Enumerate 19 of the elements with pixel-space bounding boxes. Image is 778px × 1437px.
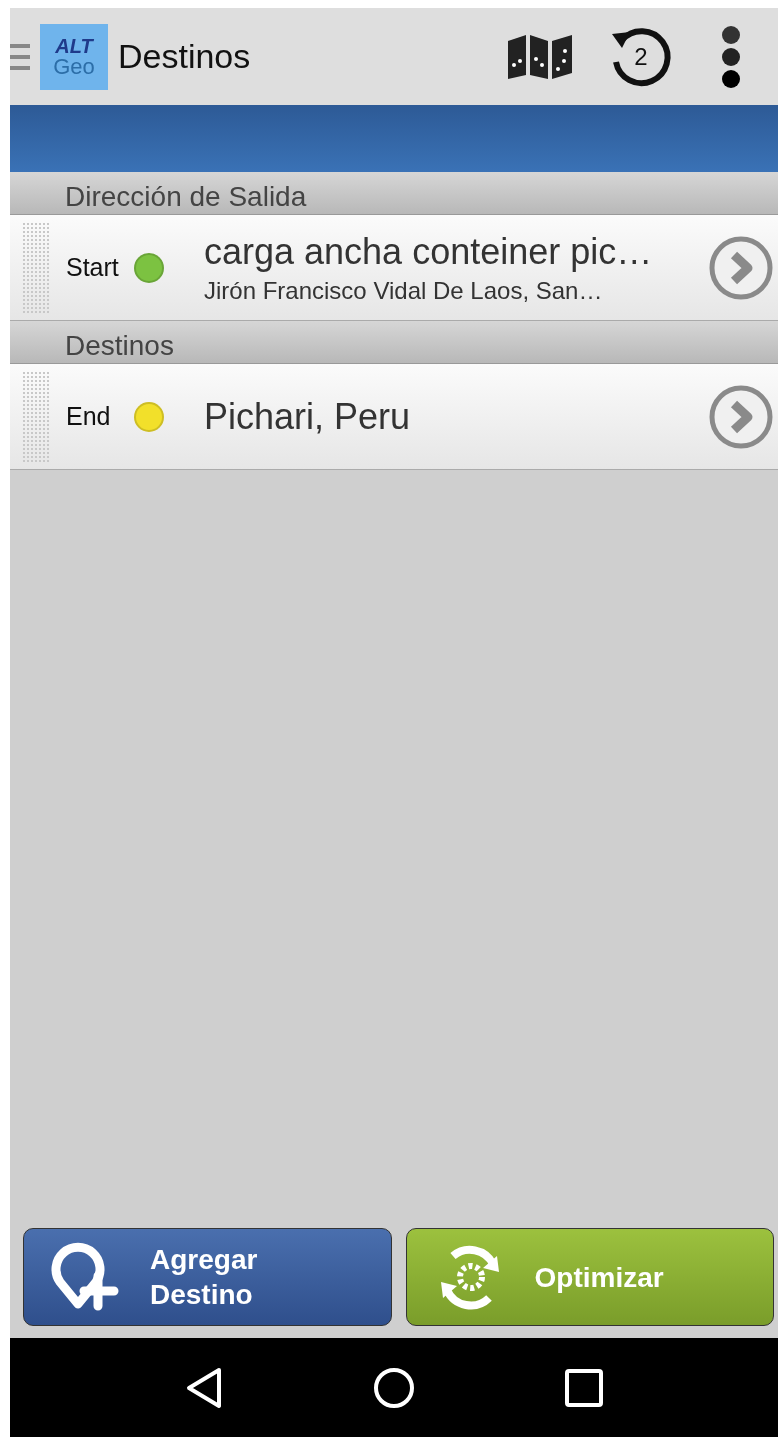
details-button[interactable] [708,234,774,301]
stop-label: Start [65,253,120,282]
screen-title: Destinos [118,37,252,76]
details-button[interactable] [708,383,774,450]
map-icon[interactable] [506,32,574,81]
stop-label: End [65,402,112,431]
add-destination-button[interactable]: Agregar Destino [23,1228,392,1326]
destination-title: Pichari, Peru [204,395,412,438]
recent-apps-icon[interactable] [565,1368,603,1407]
back-icon[interactable] [185,1366,223,1409]
destination-row[interactable]: End Pichari, Peru [10,364,778,470]
section-header: Destinos [10,321,778,364]
destination-address: Jirón Francisco Vidal De Laos, San… [204,276,604,305]
destination-title: carga ancha conteiner pic… [204,230,654,273]
section-header: Dirección de Salida [10,172,778,215]
destination-row[interactable]: Start carga ancha conteiner pic… Jirón Francisco Vidal De Laos, San… [10,215,778,321]
overflow-menu-icon[interactable] [720,24,742,89]
app-logo: ALT Geo [40,23,108,90]
home-icon[interactable] [373,1366,415,1409]
